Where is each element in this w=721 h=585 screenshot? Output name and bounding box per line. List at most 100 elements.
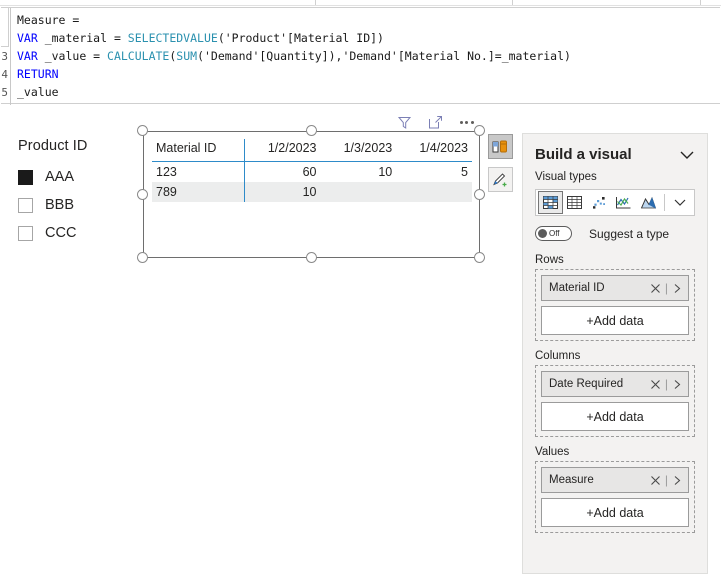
dax-code-line: 1Measure = <box>1 11 720 29</box>
dax-line-text: Measure = <box>17 13 80 27</box>
matrix-visual-container[interactable]: Material ID 1/2/2023 1/3/2023 1/4/2023 123 6… <box>137 125 485 263</box>
add-data-button[interactable]: +Add data <box>541 402 689 431</box>
resize-handle-bottom-right[interactable] <box>474 252 485 263</box>
well-label-columns: Columns <box>535 350 581 362</box>
field-well-columns[interactable]: Date Required | +Add data <box>535 365 695 437</box>
matrix-cell: 10 <box>378 165 393 179</box>
close-icon[interactable] <box>646 283 665 294</box>
checkbox-icon[interactable] <box>18 225 33 241</box>
close-icon[interactable] <box>646 379 665 390</box>
chevron-right-icon[interactable] <box>668 475 681 486</box>
slicer-item-label: AAA <box>45 169 75 185</box>
visual-types-label: Visual types <box>535 171 597 183</box>
build-visual-pane: Build a visual Visual types Off Suggest … <box>522 133 708 574</box>
product-id-slicer: Product ID AAA BBB CCC <box>18 138 130 247</box>
field-well-rows[interactable]: Material ID | +Add data <box>535 269 695 341</box>
add-data-button[interactable]: +Add data <box>541 306 689 335</box>
matrix-cell <box>396 182 472 202</box>
power-bi-report-editor: 1Measure =2VAR _material = SELECTEDVALUE… <box>0 0 721 585</box>
resize-handle-middle-left[interactable] <box>137 189 148 200</box>
ribbon-divider <box>700 0 701 5</box>
build-pane-header: Build a visual <box>523 134 707 171</box>
matrix-column-header: 1/4/2023 <box>396 139 472 162</box>
dax-line-text: VAR _material = SELECTEDVALUE('Product'[… <box>17 31 384 45</box>
dax-line-text: RETURN <box>17 67 59 81</box>
matrix-cell: 789 <box>152 182 245 202</box>
dax-code-line: 2VAR _material = SELECTEDVALUE('Product'… <box>1 29 720 47</box>
field-chip[interactable]: Date Required | <box>541 371 689 397</box>
dax-formula-bar[interactable]: 1Measure =2VAR _material = SELECTEDVALUE… <box>1 7 720 105</box>
suggest-a-type-row: Off Suggest a type <box>523 216 707 245</box>
slicer-item-bbb[interactable]: BBB <box>18 191 130 219</box>
field-chip[interactable]: Material ID | <box>541 275 689 301</box>
area-visual-type[interactable] <box>636 191 661 214</box>
ribbon-divider <box>512 0 513 5</box>
build-visual-icon[interactable] <box>488 134 513 159</box>
resize-handle-top-center[interactable] <box>306 125 317 136</box>
resize-handle-bottom-left[interactable] <box>137 252 148 263</box>
matrix-column-header: 1/2/2023 <box>244 139 321 162</box>
suggest-a-type-label: Suggest a type <box>589 226 670 241</box>
field-chip-label: Measure <box>549 474 594 486</box>
toggle-state-label: Off <box>549 229 560 238</box>
dax-code-editor[interactable]: 1Measure =2VAR _material = SELECTEDVALUE… <box>1 11 720 101</box>
field-well-values[interactable]: Measure | +Add data <box>535 461 695 533</box>
table-row[interactable]: 789 10 <box>152 182 472 202</box>
table-row[interactable]: 123 60 10 5 <box>152 161 472 182</box>
dax-code-line: 4 RETURN <box>1 65 720 83</box>
suggest-a-type-toggle[interactable]: Off <box>535 226 572 241</box>
dax-code-line: 3 VAR _value = CALCULATE(SUM('Demand'[Qua… <box>1 47 720 65</box>
field-chip-label: Material ID <box>549 282 605 294</box>
dax-line-number: 5 <box>1 86 8 99</box>
matrix-cell: 60 <box>302 165 317 179</box>
slicer-item-ccc[interactable]: CCC <box>18 219 130 247</box>
slicer-item-label: CCC <box>45 225 77 241</box>
chevron-right-icon[interactable] <box>668 379 681 390</box>
dax-line-text: _value <box>17 85 59 99</box>
matrix-visual-type[interactable] <box>538 191 563 214</box>
matrix-column-header: Material ID <box>152 139 245 162</box>
ribbon-divider <box>315 0 316 5</box>
field-chip[interactable]: Measure | <box>541 467 689 493</box>
resize-handle-top-left[interactable] <box>137 125 148 136</box>
more-options-dots <box>459 120 474 124</box>
checkbox-icon[interactable] <box>18 197 33 213</box>
visual-types-gallery <box>535 189 695 216</box>
checkbox-icon[interactable] <box>18 169 33 185</box>
formula-bar-left-edge <box>1 7 9 47</box>
ribbon-strip <box>0 0 721 6</box>
visual-header-toolbar <box>396 112 482 132</box>
slicer-title: Product ID <box>18 138 88 154</box>
filter-funnel-icon[interactable] <box>396 114 413 131</box>
slicer-item-list: AAA BBB CCC <box>18 163 130 247</box>
matrix-table: Material ID 1/2/2023 1/3/2023 1/4/2023 123 6… <box>152 139 472 202</box>
well-label-rows: Rows <box>535 254 564 266</box>
slicer-item-aaa[interactable]: AAA <box>18 163 130 191</box>
resize-handle-top-right[interactable] <box>474 125 485 136</box>
matrix-body: 123 60 10 5 789 10 <box>152 161 472 202</box>
line-visual-type[interactable] <box>612 191 637 214</box>
chevron-down-icon[interactable] <box>679 150 695 160</box>
visual-types-divider <box>663 194 665 211</box>
dax-code-line: 5 _value <box>1 83 720 101</box>
matrix-visual[interactable]: Material ID 1/2/2023 1/3/2023 1/4/2023 123 6… <box>152 139 472 202</box>
well-label-values: Values <box>535 446 570 458</box>
more-options-icon[interactable] <box>458 114 475 131</box>
matrix-cell: 123 <box>152 161 245 182</box>
toggle-knob <box>538 229 547 238</box>
add-data-button[interactable]: +Add data <box>541 498 689 527</box>
focus-mode-icon[interactable] <box>427 114 444 131</box>
close-icon[interactable] <box>646 475 665 486</box>
more-visual-types-chevron-down-icon[interactable] <box>668 191 693 214</box>
build-pane-title: Build a visual <box>535 146 632 163</box>
resize-handle-middle-right[interactable] <box>474 189 485 200</box>
field-wells: Rows Material ID | +Add data Columns Date Req… <box>523 245 707 533</box>
resize-handle-bottom-center[interactable] <box>306 252 317 263</box>
dax-line-text: VAR _value = CALCULATE(SUM('Demand'[Quan… <box>17 49 571 63</box>
slicer-item-label: BBB <box>45 197 75 213</box>
format-paintbrush-icon[interactable] <box>488 167 513 192</box>
chevron-right-icon[interactable] <box>668 283 681 294</box>
scatter-visual-type[interactable] <box>587 191 612 214</box>
matrix-cell <box>320 182 397 202</box>
table-visual-type[interactable] <box>563 191 588 214</box>
